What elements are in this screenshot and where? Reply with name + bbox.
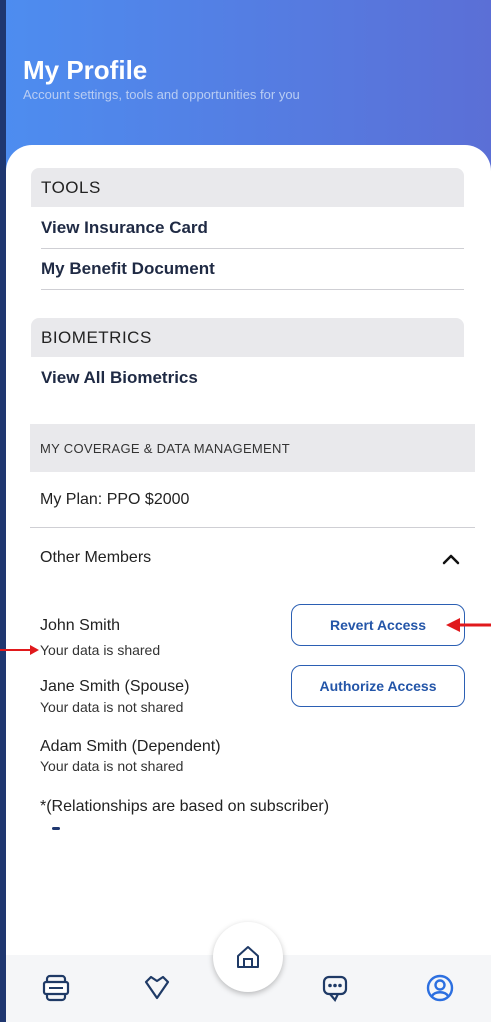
view-insurance-card-link[interactable]: View Insurance Card	[41, 218, 208, 238]
divider	[41, 248, 464, 249]
page-subtitle: Account settings, tools and opportunitie…	[23, 87, 300, 102]
tools-heading: TOOLS	[41, 177, 101, 197]
profile-icon[interactable]	[425, 973, 455, 1003]
scroll-fragment	[52, 827, 60, 830]
id-card-icon[interactable]	[41, 973, 71, 1003]
authorize-access-button[interactable]: Authorize Access	[291, 665, 465, 707]
revert-access-button[interactable]: Revert Access	[291, 604, 465, 646]
page-title: My Profile	[23, 55, 148, 85]
home-icon	[237, 946, 259, 968]
my-plan-label[interactable]: My Plan: PPO $2000	[40, 491, 189, 509]
chat-bubble-icon[interactable]	[320, 973, 350, 1003]
member-name-john: John Smith	[40, 617, 121, 634]
tools-section-header: TOOLS	[31, 168, 464, 207]
divider	[30, 527, 475, 528]
view-all-biometrics-link[interactable]: View All Biometrics	[41, 368, 198, 388]
chevron-up-icon[interactable]	[440, 548, 462, 570]
member-name-adam: Adam Smith (Dependent)	[40, 738, 221, 755]
member-name-jane: Jane Smith (Spouse)	[40, 678, 190, 695]
relationship-note: *(Relationships are based on subscriber)	[40, 798, 330, 815]
annotation-arrow-right	[446, 618, 491, 632]
annotation-arrow-left	[0, 645, 39, 655]
heart-tag-icon[interactable]	[142, 973, 172, 1003]
member-status-john: Your data is shared	[40, 642, 161, 658]
my-benefit-document-link[interactable]: My Benefit Document	[41, 259, 215, 279]
member-status-jane: Your data is not shared	[40, 699, 184, 715]
biometrics-heading: BIOMETRICS	[41, 327, 152, 347]
home-button[interactable]	[213, 922, 283, 992]
other-members-label[interactable]: Other Members	[40, 549, 151, 567]
coverage-heading: MY COVERAGE & DATA MANAGEMENT	[40, 440, 290, 456]
divider	[41, 289, 464, 290]
coverage-section-header: MY COVERAGE & DATA MANAGEMENT	[30, 424, 475, 472]
biometrics-section-header: BIOMETRICS	[31, 318, 464, 357]
member-status-adam: Your data is not shared	[40, 758, 184, 774]
